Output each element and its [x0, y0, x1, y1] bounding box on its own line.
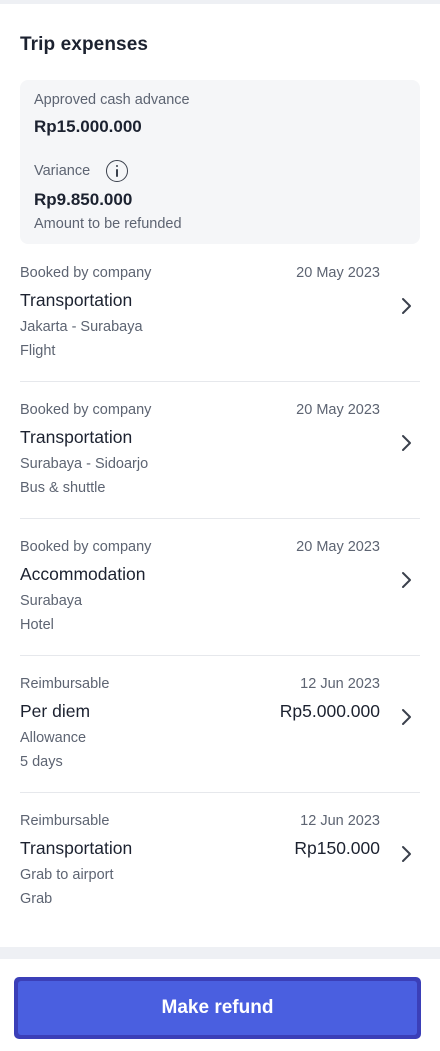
chevron-right-icon [402, 709, 411, 725]
variance-amount: Rp9.850.000 [34, 190, 133, 209]
expense-item[interactable]: Booked by company 20 May 2023 Accommodat… [0, 529, 440, 666]
expense-category: Bus & shuttle [20, 480, 106, 496]
expense-type: Booked by company [20, 539, 152, 555]
footer-divider [0, 947, 440, 959]
page-title: Trip expenses [20, 34, 149, 55]
expense-title: Transportation [20, 838, 133, 858]
expense-amount: Rp5.000.000 [279, 701, 380, 721]
expense-date: 12 Jun 2023 [300, 676, 380, 692]
expense-title: Transportation [20, 290, 133, 310]
item-divider [20, 792, 420, 793]
item-divider [20, 518, 420, 519]
expense-detail: Allowance [20, 730, 87, 746]
expense-type: Booked by company [20, 265, 152, 281]
expense-detail: Jakarta - Surabaya [20, 319, 143, 335]
chevron-right-icon [402, 846, 411, 862]
make-refund-button-frame: Make refund [14, 977, 421, 1039]
expense-item[interactable]: Booked by company 20 May 2023 Transporta… [0, 392, 440, 529]
approved-advance-label: Approved cash advance [34, 92, 190, 108]
expense-type: Reimbursable [20, 676, 110, 692]
expense-category: 5 days [20, 754, 63, 770]
expense-category: Grab [20, 891, 53, 907]
variance-note: Amount to be refunded [34, 216, 182, 232]
chevron-right-icon [402, 435, 411, 451]
expense-title: Per diem [20, 701, 91, 721]
chevron-right-icon [402, 572, 411, 588]
expense-detail: Grab to airport [20, 867, 114, 883]
expense-amount: Rp150.000 [294, 838, 380, 858]
expense-item[interactable]: Reimbursable 12 Jun 2023 Per diem Rp5.00… [0, 666, 440, 803]
approved-advance-amount: Rp15.000.000 [34, 117, 142, 136]
chevron-right-icon [402, 298, 411, 314]
expense-detail: Surabaya [20, 593, 83, 609]
expense-date: 20 May 2023 [296, 539, 380, 555]
expense-date: 20 May 2023 [296, 265, 380, 281]
expense-category: Hotel [20, 617, 54, 633]
expense-item[interactable]: Reimbursable 12 Jun 2023 Transportation … [0, 803, 440, 940]
expense-category: Flight [20, 343, 56, 359]
expense-item[interactable]: Booked by company 20 May 2023 Transporta… [0, 255, 440, 392]
top-divider [0, 0, 440, 4]
cash-advance-summary: Approved cash advance Rp15.000.000 Varia… [20, 80, 420, 244]
expense-title: Accommodation [20, 564, 146, 584]
expense-type: Booked by company [20, 402, 152, 418]
expense-title: Transportation [20, 427, 133, 447]
info-icon[interactable] [106, 160, 128, 182]
variance-label: Variance [34, 163, 91, 179]
item-divider [20, 381, 420, 382]
expense-date: 20 May 2023 [296, 402, 380, 418]
expense-detail: Surabaya - Sidoarjo [20, 456, 149, 472]
make-refund-button[interactable]: Make refund [18, 981, 417, 1035]
expense-date: 12 Jun 2023 [300, 813, 380, 829]
item-divider [20, 655, 420, 656]
expense-type: Reimbursable [20, 813, 110, 829]
